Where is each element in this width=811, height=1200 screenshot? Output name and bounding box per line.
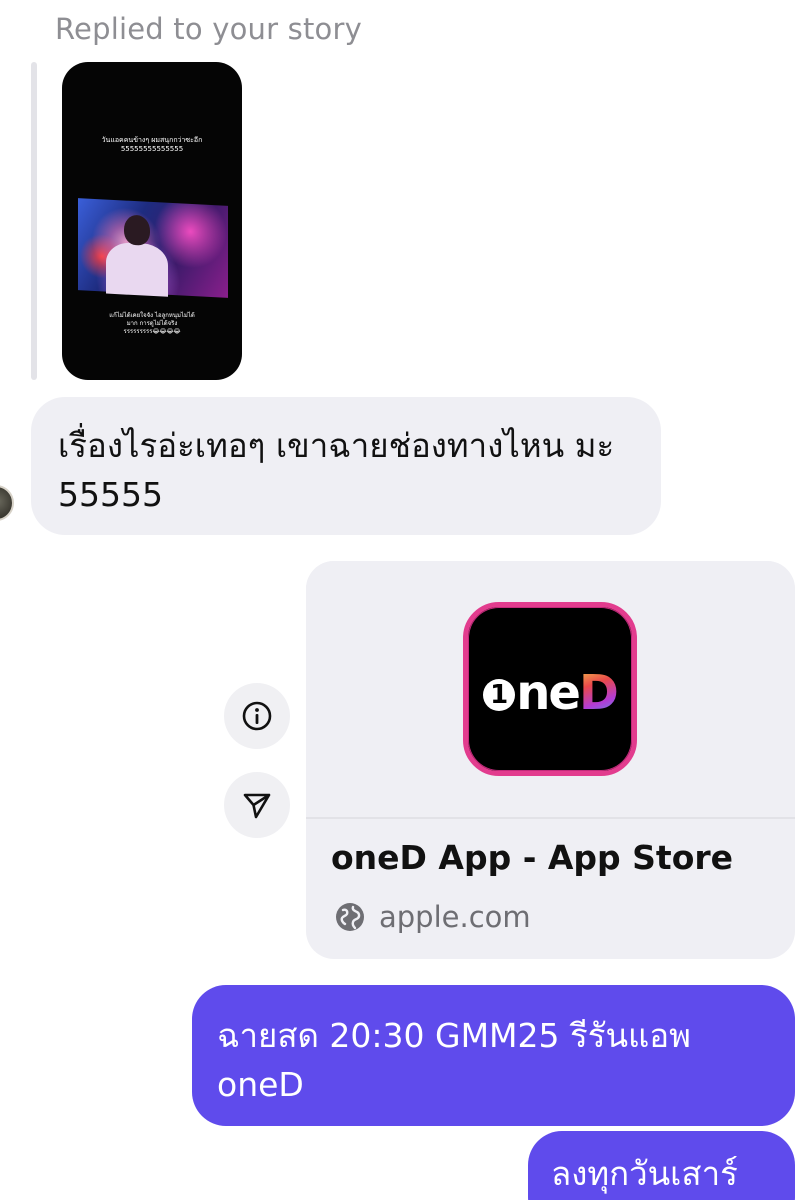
info-icon bbox=[242, 701, 272, 731]
story-person-head bbox=[124, 214, 150, 246]
link-preview-domain: apple.com bbox=[379, 900, 531, 934]
story-video-frame bbox=[78, 198, 228, 298]
sender-avatar[interactable] bbox=[0, 485, 14, 521]
oned-app-icon: 1 neD bbox=[463, 602, 637, 776]
story-overlay-text-bottom: แก้ไม่ได้เคยใจจัง ไอลูกหนุมไม่ได้ มาก กา… bbox=[109, 312, 195, 335]
link-preview-image: 1 neD bbox=[306, 561, 795, 817]
outgoing-message-bubble[interactable]: ลงทุกวันเสาร์ bbox=[528, 1131, 795, 1200]
send-icon bbox=[243, 793, 271, 819]
story-overlay-text-top: วันแอคคนข้างๆ ผมสนุกกว่าซะอีก 5555555555… bbox=[101, 136, 203, 153]
chat-thread: Replied to your story วันแอคคนข้างๆ ผมสน… bbox=[0, 0, 811, 1200]
link-preview-title: oneD App - App Store bbox=[331, 838, 734, 877]
globe-icon bbox=[336, 903, 364, 931]
reply-caption: Replied to your story bbox=[55, 12, 362, 46]
oned-logo: 1 neD bbox=[468, 665, 632, 721]
share-button[interactable] bbox=[224, 772, 290, 838]
info-button[interactable] bbox=[224, 683, 290, 749]
link-preview-card[interactable]: 1 neD oneD App - App Store apple.com bbox=[306, 561, 795, 959]
link-preview-divider bbox=[306, 817, 795, 819]
story-person-figure bbox=[106, 241, 168, 297]
story-thumbnail[interactable]: วันแอคคนข้างๆ ผมสนุกกว่าซะอีก 5555555555… bbox=[62, 62, 242, 380]
reply-quote-line bbox=[31, 62, 37, 380]
link-preview-domain-row: apple.com bbox=[334, 900, 531, 934]
incoming-message-bubble[interactable]: เรื่องไรอ่ะเทอๆ เขาฉายช่องทางไหน มะ 5555… bbox=[31, 397, 661, 535]
outgoing-message-bubble[interactable]: ฉายสด 20:30 GMM25 รีรันแอพ oneD bbox=[192, 985, 795, 1126]
